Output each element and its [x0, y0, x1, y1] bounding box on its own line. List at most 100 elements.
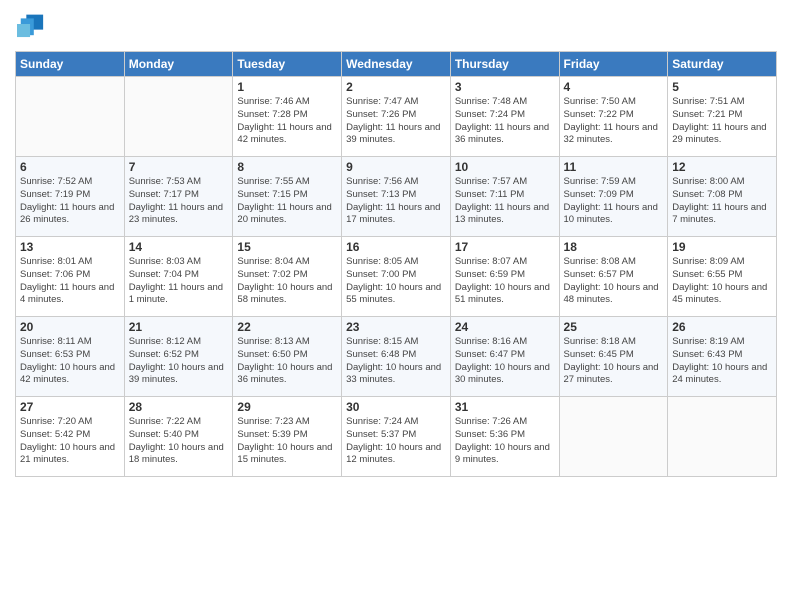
day-number: 1: [237, 80, 337, 94]
calendar-cell: [124, 77, 233, 157]
day-info: Sunrise: 8:04 AMSunset: 7:02 PMDaylight:…: [237, 256, 337, 307]
day-number: 24: [455, 320, 555, 334]
day-number: 22: [237, 320, 337, 334]
calendar-cell: 22 Sunrise: 8:13 AMSunset: 6:50 PMDayligh…: [233, 317, 342, 397]
day-info: Sunrise: 7:59 AMSunset: 7:09 PMDaylight:…: [564, 176, 664, 227]
calendar-cell: 21 Sunrise: 8:12 AMSunset: 6:52 PMDayligh…: [124, 317, 233, 397]
calendar-cell: 17 Sunrise: 8:07 AMSunset: 6:59 PMDayligh…: [450, 237, 559, 317]
calendar-cell: [16, 77, 125, 157]
day-number: 11: [564, 160, 664, 174]
day-number: 6: [20, 160, 120, 174]
day-info: Sunrise: 8:13 AMSunset: 6:50 PMDaylight:…: [237, 336, 337, 387]
calendar-cell: 25 Sunrise: 8:18 AMSunset: 6:45 PMDayligh…: [559, 317, 668, 397]
day-number: 12: [672, 160, 772, 174]
day-number: 25: [564, 320, 664, 334]
day-info: Sunrise: 7:20 AMSunset: 5:42 PMDaylight:…: [20, 416, 120, 467]
day-info: Sunrise: 8:01 AMSunset: 7:06 PMDaylight:…: [20, 256, 120, 307]
day-number: 18: [564, 240, 664, 254]
calendar-week-row: 27 Sunrise: 7:20 AMSunset: 5:42 PMDayligh…: [16, 397, 777, 477]
day-info: Sunrise: 7:47 AMSunset: 7:26 PMDaylight:…: [346, 96, 446, 147]
day-number: 5: [672, 80, 772, 94]
day-info: Sunrise: 8:09 AMSunset: 6:55 PMDaylight:…: [672, 256, 772, 307]
day-info: Sunrise: 7:57 AMSunset: 7:11 PMDaylight:…: [455, 176, 555, 227]
day-info: Sunrise: 7:52 AMSunset: 7:19 PMDaylight:…: [20, 176, 120, 227]
calendar-cell: 30Sunrise: 7:24 AMSunset: 5:37 PMDayligh…: [342, 397, 451, 477]
calendar-cell: 12Sunrise: 8:00 AMSunset: 7:08 PMDayligh…: [668, 157, 777, 237]
day-number: 31: [455, 400, 555, 414]
day-info: Sunrise: 7:46 AMSunset: 7:28 PMDaylight:…: [237, 96, 337, 147]
day-number: 17: [455, 240, 555, 254]
day-number: 7: [129, 160, 229, 174]
weekday-header: Saturday: [668, 52, 777, 77]
calendar-cell: [559, 397, 668, 477]
day-info: Sunrise: 8:03 AMSunset: 7:04 PMDaylight:…: [129, 256, 229, 307]
calendar-table: SundayMondayTuesdayWednesdayThursdayFrid…: [15, 51, 777, 477]
calendar-cell: 5 Sunrise: 7:51 AMSunset: 7:21 PMDaylight…: [668, 77, 777, 157]
weekday-header: Wednesday: [342, 52, 451, 77]
calendar-cell: 20 Sunrise: 8:11 AMSunset: 6:53 PMDayligh…: [16, 317, 125, 397]
day-info: Sunrise: 8:18 AMSunset: 6:45 PMDaylight:…: [564, 336, 664, 387]
day-number: 23: [346, 320, 446, 334]
calendar-cell: 6 Sunrise: 7:52 AMSunset: 7:19 PMDaylight…: [16, 157, 125, 237]
day-number: 14: [129, 240, 229, 254]
logo: [15, 10, 41, 43]
day-number: 9: [346, 160, 446, 174]
day-info: Sunrise: 8:12 AMSunset: 6:52 PMDaylight:…: [129, 336, 229, 387]
weekday-header: Tuesday: [233, 52, 342, 77]
calendar-cell: 19Sunrise: 8:09 AMSunset: 6:55 PMDayligh…: [668, 237, 777, 317]
day-number: 26: [672, 320, 772, 334]
day-info: Sunrise: 7:56 AMSunset: 7:13 PMDaylight:…: [346, 176, 446, 227]
day-info: Sunrise: 8:15 AMSunset: 6:48 PMDaylight:…: [346, 336, 446, 387]
calendar-cell: 8Sunrise: 7:55 AMSunset: 7:15 PMDaylight…: [233, 157, 342, 237]
day-number: 8: [237, 160, 337, 174]
calendar-cell: [668, 397, 777, 477]
calendar-cell: 10 Sunrise: 7:57 AMSunset: 7:11 PMDayligh…: [450, 157, 559, 237]
day-number: 21: [129, 320, 229, 334]
weekday-header: Sunday: [16, 52, 125, 77]
logo-icon: [17, 10, 45, 38]
day-info: Sunrise: 8:16 AMSunset: 6:47 PMDaylight:…: [455, 336, 555, 387]
day-number: 10: [455, 160, 555, 174]
day-number: 16: [346, 240, 446, 254]
calendar-cell: 2Sunrise: 7:47 AMSunset: 7:26 PMDaylight…: [342, 77, 451, 157]
day-number: 15: [237, 240, 337, 254]
page: SundayMondayTuesdayWednesdayThursdayFrid…: [0, 0, 792, 612]
calendar-cell: 15 Sunrise: 8:04 AMSunset: 7:02 PMDayligh…: [233, 237, 342, 317]
calendar-week-row: 13Sunrise: 8:01 AMSunset: 7:06 PMDayligh…: [16, 237, 777, 317]
day-info: Sunrise: 7:51 AMSunset: 7:21 PMDaylight:…: [672, 96, 772, 147]
day-number: 28: [129, 400, 229, 414]
day-number: 3: [455, 80, 555, 94]
day-info: Sunrise: 7:50 AMSunset: 7:22 PMDaylight:…: [564, 96, 664, 147]
calendar-cell: 28 Sunrise: 7:22 AMSunset: 5:40 PMDayligh…: [124, 397, 233, 477]
day-info: Sunrise: 7:53 AMSunset: 7:17 PMDaylight:…: [129, 176, 229, 227]
calendar-week-row: 20 Sunrise: 8:11 AMSunset: 6:53 PMDayligh…: [16, 317, 777, 397]
day-number: 20: [20, 320, 120, 334]
calendar-cell: 9 Sunrise: 7:56 AMSunset: 7:13 PMDaylight…: [342, 157, 451, 237]
day-number: 4: [564, 80, 664, 94]
calendar-week-row: 1 Sunrise: 7:46 AMSunset: 7:28 PMDaylight…: [16, 77, 777, 157]
day-info: Sunrise: 8:11 AMSunset: 6:53 PMDaylight:…: [20, 336, 120, 387]
calendar-cell: 26 Sunrise: 8:19 AMSunset: 6:43 PMDayligh…: [668, 317, 777, 397]
day-info: Sunrise: 8:19 AMSunset: 6:43 PMDaylight:…: [672, 336, 772, 387]
day-number: 27: [20, 400, 120, 414]
calendar-cell: 7 Sunrise: 7:53 AMSunset: 7:17 PMDaylight…: [124, 157, 233, 237]
weekday-header: Friday: [559, 52, 668, 77]
calendar-cell: 16 Sunrise: 8:05 AMSunset: 7:00 PMDayligh…: [342, 237, 451, 317]
calendar-cell: 3 Sunrise: 7:48 AMSunset: 7:24 PMDaylight…: [450, 77, 559, 157]
day-number: 29: [237, 400, 337, 414]
weekday-header: Monday: [124, 52, 233, 77]
calendar-cell: 1 Sunrise: 7:46 AMSunset: 7:28 PMDaylight…: [233, 77, 342, 157]
day-info: Sunrise: 8:07 AMSunset: 6:59 PMDaylight:…: [455, 256, 555, 307]
calendar-cell: 24 Sunrise: 8:16 AMSunset: 6:47 PMDayligh…: [450, 317, 559, 397]
calendar-header-row: SundayMondayTuesdayWednesdayThursdayFrid…: [16, 52, 777, 77]
weekday-header: Thursday: [450, 52, 559, 77]
calendar-cell: 18Sunrise: 8:08 AMSunset: 6:57 PMDayligh…: [559, 237, 668, 317]
calendar-week-row: 6 Sunrise: 7:52 AMSunset: 7:19 PMDaylight…: [16, 157, 777, 237]
day-info: Sunrise: 8:05 AMSunset: 7:00 PMDaylight:…: [346, 256, 446, 307]
day-info: Sunrise: 7:22 AMSunset: 5:40 PMDaylight:…: [129, 416, 229, 467]
day-info: Sunrise: 7:24 AMSunset: 5:37 PMDaylight:…: [346, 416, 446, 467]
header: [15, 10, 777, 43]
day-info: Sunrise: 7:48 AMSunset: 7:24 PMDaylight:…: [455, 96, 555, 147]
day-info: Sunrise: 7:23 AMSunset: 5:39 PMDaylight:…: [237, 416, 337, 467]
calendar-cell: 23 Sunrise: 8:15 AMSunset: 6:48 PMDayligh…: [342, 317, 451, 397]
